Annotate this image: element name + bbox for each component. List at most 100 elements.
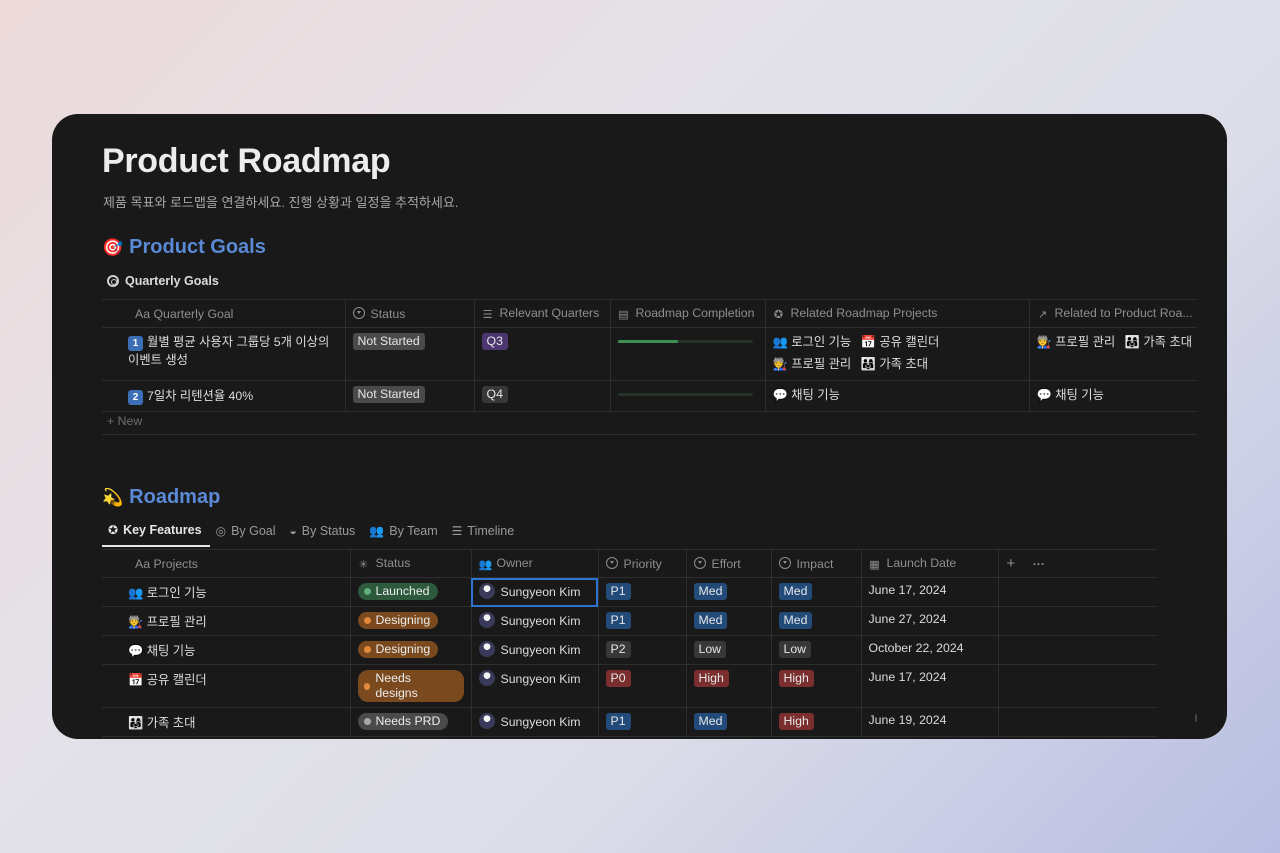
col-actions: + ··· bbox=[998, 549, 1157, 578]
effort-cell[interactable]: Med bbox=[686, 606, 772, 636]
related-projects-cell[interactable]: 💬 채팅 기능 bbox=[765, 380, 1030, 412]
new-row-button[interactable]: + New bbox=[107, 414, 142, 428]
arrow-up-right-icon: ↗ bbox=[1037, 309, 1048, 321]
col-effort[interactable]: Effort bbox=[686, 549, 772, 578]
col-quarterly-goal[interactable]: Aa Quarterly Goal bbox=[102, 299, 346, 328]
related-projects-cell[interactable]: 👥 로그인 기능 📅 공유 캘린더 🧑‍🏭 프로필 관리 👨‍👩‍👧 가족 초대 bbox=[765, 327, 1030, 381]
status-badge: Designing bbox=[357, 641, 439, 658]
project-cell[interactable]: 🧑‍🏭 프로필 관리 bbox=[102, 606, 351, 636]
col-related-product[interactable]: ↗ Related to Product Roa... bbox=[1029, 299, 1197, 328]
scrollbar[interactable] bbox=[1195, 714, 1197, 722]
date-cell[interactable]: June 17, 2024 bbox=[861, 577, 999, 607]
status-cell[interactable]: Launched bbox=[350, 577, 472, 607]
col-owner[interactable]: 👥 Owner bbox=[471, 549, 599, 578]
owner-cell[interactable]: Sungyeon Kim bbox=[471, 707, 599, 737]
project-cell[interactable]: 👨‍👩‍👧 가족 초대 bbox=[102, 707, 351, 737]
project-link[interactable]: 🧑‍🏭 프로필 관리 bbox=[773, 353, 852, 375]
target-icon: ◎ bbox=[215, 524, 227, 538]
priority-badge: P0 bbox=[605, 670, 631, 687]
impact-cell[interactable]: High bbox=[771, 664, 862, 708]
owner-cell[interactable]: Sungyeon Kim bbox=[471, 635, 599, 665]
table-row[interactable]: 🧑‍🏭 프로필 관리 Designing Sungyeon Kim P1 Med… bbox=[102, 606, 1157, 636]
goal-cell[interactable]: 1 월별 평균 사용자 그룹당 5개 이상의 이벤트 생성 bbox=[102, 327, 346, 381]
status-cell[interactable]: Designing bbox=[350, 606, 472, 636]
tab-by-status[interactable]: ◒ By Status bbox=[284, 517, 364, 547]
date-cell[interactable]: October 22, 2024 bbox=[861, 635, 999, 665]
goal-cell[interactable]: 2 7일차 리텐션율 40% bbox=[102, 380, 346, 412]
date-cell[interactable]: June 27, 2024 bbox=[861, 606, 999, 636]
timeline-icon: ☰ bbox=[451, 524, 463, 538]
priority-cell[interactable]: P2 bbox=[598, 635, 687, 665]
product-link[interactable]: 💬 채팅 기능 bbox=[1037, 384, 1104, 406]
table-row[interactable]: 📅 공유 캘린더 Needs designs Sungyeon Kim P0 H… bbox=[102, 664, 1157, 708]
col-status[interactable]: Status bbox=[345, 299, 475, 328]
project-link[interactable]: 💬 채팅 기능 bbox=[773, 384, 840, 406]
status-cell[interactable]: Needs designs bbox=[350, 664, 472, 708]
effort-cell[interactable]: High bbox=[686, 664, 772, 708]
table-row[interactable]: 2 7일차 리텐션율 40% Not Started Q4 💬 채팅 기능 💬 채… bbox=[102, 380, 1197, 412]
impact-cell[interactable]: Med bbox=[771, 606, 862, 636]
effort-cell[interactable]: Low bbox=[686, 635, 772, 665]
quarterly-goals-table: Aa Quarterly Goal Status ☰ Relevant Quart… bbox=[102, 299, 1197, 412]
quarter-cell[interactable]: Q3 bbox=[474, 327, 611, 381]
product-link[interactable]: 🧑‍🏭 프로필 관리 bbox=[1037, 331, 1116, 353]
priority-cell[interactable]: P1 bbox=[598, 606, 687, 636]
col-relevant-quarters[interactable]: ☰ Relevant Quarters bbox=[474, 299, 611, 328]
col-launch-date[interactable]: ▦ Launch Date bbox=[861, 549, 999, 578]
impact-cell[interactable]: Med bbox=[771, 577, 862, 607]
priority-cell[interactable]: P1 bbox=[598, 577, 687, 607]
add-column-icon[interactable]: + bbox=[1007, 555, 1016, 572]
impact-cell[interactable]: High bbox=[771, 707, 862, 737]
select-icon bbox=[778, 556, 791, 569]
project-link[interactable]: 👨‍👩‍👧 가족 초대 bbox=[861, 353, 928, 375]
project-link[interactable]: 📅 공유 캘린더 bbox=[861, 331, 940, 353]
project-cell[interactable]: 💬 채팅 기능 bbox=[102, 635, 351, 665]
impact-cell[interactable]: Low bbox=[771, 635, 862, 665]
table-row[interactable]: 👨‍👩‍👧 가족 초대 Needs PRD Sungyeon Kim P1 Me… bbox=[102, 707, 1157, 737]
project-icon: 📅 bbox=[128, 673, 144, 687]
status-cell[interactable]: Not Started bbox=[345, 380, 475, 412]
project-cell[interactable]: 📅 공유 캘린더 bbox=[102, 664, 351, 708]
more-icon[interactable]: ··· bbox=[1033, 557, 1045, 571]
col-priority[interactable]: Priority bbox=[598, 549, 687, 578]
col-status[interactable]: ✳ Status bbox=[350, 549, 472, 578]
col-projects[interactable]: Aa Projects bbox=[102, 549, 351, 578]
col-impact[interactable]: Impact bbox=[771, 549, 862, 578]
priority-cell[interactable]: P0 bbox=[598, 664, 687, 708]
table-row[interactable]: 👥 로그인 기능 Launched Sungyeon Kim P1 Med Me… bbox=[102, 577, 1157, 607]
product-link[interactable]: 👨‍👩‍👧 가족 초대 bbox=[1125, 331, 1192, 353]
related-product-cell[interactable]: 💬 채팅 기능 bbox=[1029, 380, 1197, 412]
avatar bbox=[478, 641, 495, 657]
date-cell[interactable]: June 19, 2024 bbox=[861, 707, 999, 737]
col-related-projects[interactable]: ✪ Related Roadmap Projects bbox=[765, 299, 1030, 328]
quarterly-goals-db-title[interactable]: Quarterly Goals bbox=[107, 274, 219, 288]
date-cell[interactable]: June 17, 2024 bbox=[861, 664, 999, 708]
calendar-icon: ▦ bbox=[869, 559, 880, 571]
priority-cell[interactable]: P1 bbox=[598, 707, 687, 737]
tab-key-features[interactable]: ✪ Key Features bbox=[102, 517, 210, 547]
effort-badge: Med bbox=[693, 713, 728, 730]
tab-timeline[interactable]: ☰ Timeline bbox=[446, 517, 523, 547]
owner-cell[interactable]: Sungyeon Kim bbox=[471, 606, 599, 636]
project-cell[interactable]: 👥 로그인 기능 bbox=[102, 577, 351, 607]
table-row[interactable]: 1 월별 평균 사용자 그룹당 5개 이상의 이벤트 생성 Not Started… bbox=[102, 327, 1197, 381]
status-icon: ◒ bbox=[289, 524, 297, 538]
owner-cell[interactable]: Sungyeon Kim bbox=[471, 577, 599, 607]
related-product-cell[interactable]: 🧑‍🏭 프로필 관리 👨‍👩‍👧 가족 초대 👤 bbox=[1029, 327, 1197, 381]
tab-by-team[interactable]: 👥 By Team bbox=[363, 517, 445, 547]
col-roadmap-completion[interactable]: ▤ Roadmap Completion bbox=[610, 299, 766, 328]
status-cell[interactable]: Designing bbox=[350, 635, 472, 665]
owner-cell[interactable]: Sungyeon Kim bbox=[471, 664, 599, 708]
effort-cell[interactable]: Med bbox=[686, 577, 772, 607]
product-goals-heading: 🎯 Product Goals bbox=[102, 236, 266, 259]
status-icon bbox=[352, 306, 365, 319]
project-link[interactable]: 👥 로그인 기능 bbox=[773, 331, 852, 353]
quarter-cell[interactable]: Q4 bbox=[474, 380, 611, 412]
table-row[interactable]: 💬 채팅 기능 Designing Sungyeon Kim P2 Low Lo… bbox=[102, 635, 1157, 665]
status-badge: Not Started bbox=[352, 333, 425, 350]
status-cell[interactable]: Needs PRD bbox=[350, 707, 472, 737]
status-cell[interactable]: Not Started bbox=[345, 327, 475, 381]
progress-fill bbox=[617, 340, 679, 343]
effort-cell[interactable]: Med bbox=[686, 707, 772, 737]
tab-by-goal[interactable]: ◎ By Goal bbox=[210, 517, 284, 547]
